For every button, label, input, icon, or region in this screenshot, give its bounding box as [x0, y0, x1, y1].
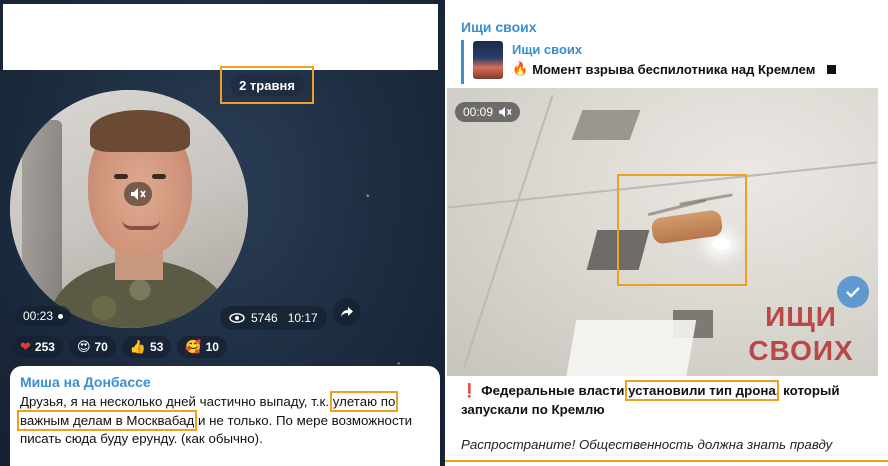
message-meta: 5746 10:17: [220, 306, 327, 330]
share-arrow-icon: [341, 307, 353, 317]
video-duration: 00:23: [23, 309, 54, 323]
message-text-part: Друзья, я на несколько дней частично вып…: [20, 394, 333, 409]
fire-icon: 🔥: [512, 61, 529, 76]
channel-name[interactable]: Ищи своих: [461, 19, 537, 35]
share-button[interactable]: [333, 298, 361, 326]
reply-text: Момент взрыва беспилотника над Кремлем: [532, 61, 816, 77]
video-duration-badge: 00:23: [15, 306, 72, 326]
reply-preview: 🔥 Момент взрыва беспилотника над Кремлем: [512, 61, 837, 77]
reaction-thumbs-up[interactable]: 👍 53: [121, 336, 172, 358]
channel-post: Ищи своих Ищи своих 🔥 Момент взрыва бесп…: [447, 10, 878, 458]
previous-message-area: [3, 4, 438, 70]
post-text: ❗ Федеральные власти установили тип дрон…: [461, 380, 871, 455]
eye-icon: [229, 313, 245, 323]
watermark-line: СВОИХ: [748, 335, 854, 366]
person-hair: [90, 110, 190, 152]
muted-speaker-icon[interactable]: [124, 182, 152, 206]
smile-hearts-icon: 🥰: [185, 339, 202, 354]
channel-watermark: ИЩИ СВОИХ: [741, 300, 861, 368]
highlighted-text: важным делам в Москвабад: [16, 409, 198, 431]
text-message-bubble: Миша на Донбассе Друзья, я на несколько …: [10, 366, 440, 466]
video-time: 00:09: [463, 105, 494, 119]
post-italic-text: Распространите! Общественность должна зн…: [461, 437, 833, 452]
message-time: 10:17: [287, 311, 318, 325]
message-text: Друзья, я на несколько дней частично вып…: [16, 391, 430, 449]
reaction-smile-hearts[interactable]: 🥰 10: [177, 336, 227, 358]
watermark-line: ИЩИ: [765, 301, 837, 332]
person-eye: [152, 174, 166, 179]
view-count: 5746: [251, 311, 278, 325]
reaction-count: 253: [34, 340, 55, 354]
video-timer: 00:09: [455, 102, 521, 122]
reply-channel-name: Ищи своих: [512, 42, 583, 57]
thumbs-up-icon: 👍: [129, 339, 147, 354]
reply-thumbnail: [473, 41, 503, 79]
video-background-object: [22, 120, 62, 320]
video-player[interactable]: 00:09 ИЩИ СВОИХ: [447, 88, 878, 376]
reaction-count: 53: [150, 340, 164, 354]
heart-eyes-icon: 😍: [76, 339, 91, 354]
right-chat-panel: Ищи своих Ищи своих 🔥 Момент взрыва бесп…: [445, 0, 888, 466]
highlighted-text: улетаю по: [329, 391, 399, 412]
person-eye: [114, 174, 128, 179]
unplayed-dot-icon: [58, 313, 64, 319]
ceiling-vent: [571, 110, 641, 140]
post-text-part: Федеральные власти: [481, 383, 629, 398]
exclamation-icon: ❗: [461, 383, 478, 398]
sender-name[interactable]: Миша на Донбассе: [20, 374, 430, 390]
reaction-heart-eyes[interactable]: 😍 70: [68, 336, 116, 358]
reactions-bar: ❤ 253 😍 70 👍 53 🥰 10: [12, 336, 227, 358]
reaction-count: 70: [94, 340, 108, 354]
drone-highlight-box: [617, 174, 747, 286]
bottom-accent-line: [445, 460, 888, 462]
muted-speaker-icon[interactable]: [498, 106, 512, 118]
stop-square-icon: [827, 64, 837, 74]
left-chat-panel: 2 травня 00:23 5746 10:17 ❤ 253 😍 70 👍 5…: [0, 0, 443, 466]
reaction-heart[interactable]: ❤ 253: [12, 336, 63, 358]
heart-icon: ❤: [20, 339, 31, 354]
highlighted-text: установили тип дрона: [625, 380, 779, 401]
person-mouth: [122, 220, 160, 230]
video-footer: 00:23 5746 10:17: [15, 306, 327, 330]
reaction-count: 10: [205, 340, 219, 354]
post-bold-text: ❗ Федеральные власти установили тип дрон…: [461, 380, 840, 417]
round-video-message[interactable]: [10, 90, 248, 328]
projector-screen: [565, 320, 697, 376]
forwarded-reply-block[interactable]: Ищи своих 🔥 Момент взрыва беспилотника н…: [461, 40, 876, 84]
